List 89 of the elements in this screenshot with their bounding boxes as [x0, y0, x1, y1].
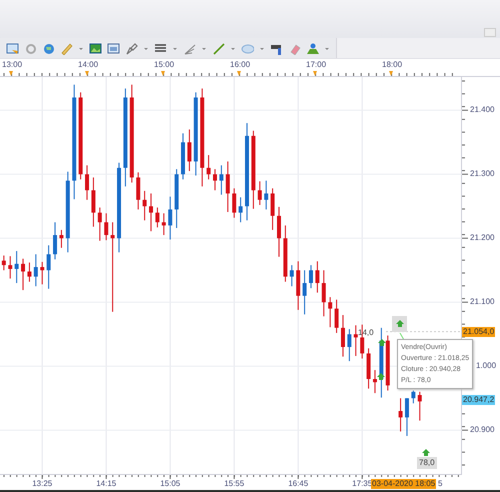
candle — [264, 180, 268, 210]
frame-icon[interactable] — [107, 42, 120, 54]
candle — [398, 398, 403, 432]
candle — [418, 391, 422, 422]
bid-price-label: 20.947,2 — [462, 395, 496, 406]
candle — [283, 224, 288, 282]
candle — [372, 370, 377, 394]
candle — [322, 270, 326, 317]
time-label: 15:05 — [160, 479, 180, 489]
candle — [302, 270, 307, 315]
circle-icon[interactable] — [24, 42, 37, 54]
candle — [181, 132, 185, 180]
time-label: 15:55 — [224, 479, 244, 489]
candle — [270, 188, 275, 230]
candle — [347, 328, 352, 362]
picture-icon[interactable] — [89, 42, 102, 54]
candle — [334, 299, 339, 334]
candle — [168, 196, 172, 240]
candle — [2, 255, 6, 271]
candle — [27, 262, 32, 282]
up-arrow-icon — [396, 320, 404, 327]
candle — [340, 314, 345, 358]
candle — [290, 264, 294, 287]
time-label: 13:25 — [32, 479, 52, 489]
price-label: 21.300 — [470, 169, 494, 180]
candle — [142, 190, 147, 221]
price-label: 1.000 — [476, 361, 496, 372]
candle — [91, 176, 96, 228]
candle — [46, 244, 51, 290]
price-label: 21.200 — [470, 233, 494, 244]
candle — [59, 229, 64, 248]
price-label: 20.900 — [470, 425, 494, 436]
candle — [8, 256, 12, 280]
lines-icon[interactable] — [154, 42, 167, 54]
time-label: 16:00 — [230, 60, 250, 70]
time-label: 14:00 — [78, 60, 98, 70]
candle — [53, 222, 58, 260]
candle — [386, 335, 390, 392]
time-label: 15:00 — [154, 60, 174, 70]
window-icon[interactable] — [6, 42, 19, 54]
candle — [354, 324, 358, 356]
candle — [315, 260, 320, 294]
person-icon[interactable] — [306, 42, 319, 54]
time-label: 18:00 — [382, 60, 402, 70]
cursor-time-label: 03-04-2020 18:05 — [371, 479, 436, 489]
candle — [98, 207, 102, 242]
up-arrow-icon — [422, 449, 430, 456]
candle — [232, 188, 236, 218]
candle — [34, 254, 38, 287]
candle — [104, 212, 108, 241]
ruler-icon[interactable] — [60, 42, 73, 54]
candle — [14, 250, 19, 284]
candle — [85, 164, 90, 200]
pen-icon[interactable] — [125, 42, 138, 54]
candle — [404, 398, 409, 436]
candle — [308, 264, 313, 289]
candle — [296, 260, 300, 310]
fan-icon[interactable] — [183, 42, 196, 54]
candle — [162, 212, 166, 236]
trade-label: 78,0 — [417, 457, 437, 469]
candle — [155, 207, 160, 228]
globe-icon[interactable] — [42, 42, 55, 54]
candle — [213, 168, 217, 191]
candle — [277, 206, 281, 258]
time-label: 14:15 — [96, 479, 116, 489]
time-label: 5 — [438, 479, 442, 489]
candle — [258, 180, 262, 206]
candle — [226, 160, 230, 213]
candle — [149, 192, 154, 232]
candle — [219, 164, 224, 196]
candle — [366, 348, 371, 390]
up-arrow-icon — [378, 339, 386, 346]
up-arrow-icon — [377, 373, 385, 380]
candle — [206, 154, 211, 180]
candle — [238, 196, 243, 223]
line-icon[interactable] — [212, 42, 225, 54]
time-label: 13:00 — [2, 60, 22, 70]
price-label: 21.100 — [470, 297, 494, 308]
time-label: 16:45 — [288, 479, 308, 489]
candle — [136, 172, 140, 210]
ask-price-label: 21.054,0 — [462, 326, 496, 337]
price-label: 21.400 — [470, 105, 494, 116]
candle — [174, 168, 179, 228]
candle — [187, 128, 192, 172]
candle — [40, 261, 44, 285]
candle — [328, 296, 332, 328]
time-label: 17:00 — [306, 60, 326, 70]
candle — [411, 390, 416, 404]
candle — [21, 258, 26, 291]
